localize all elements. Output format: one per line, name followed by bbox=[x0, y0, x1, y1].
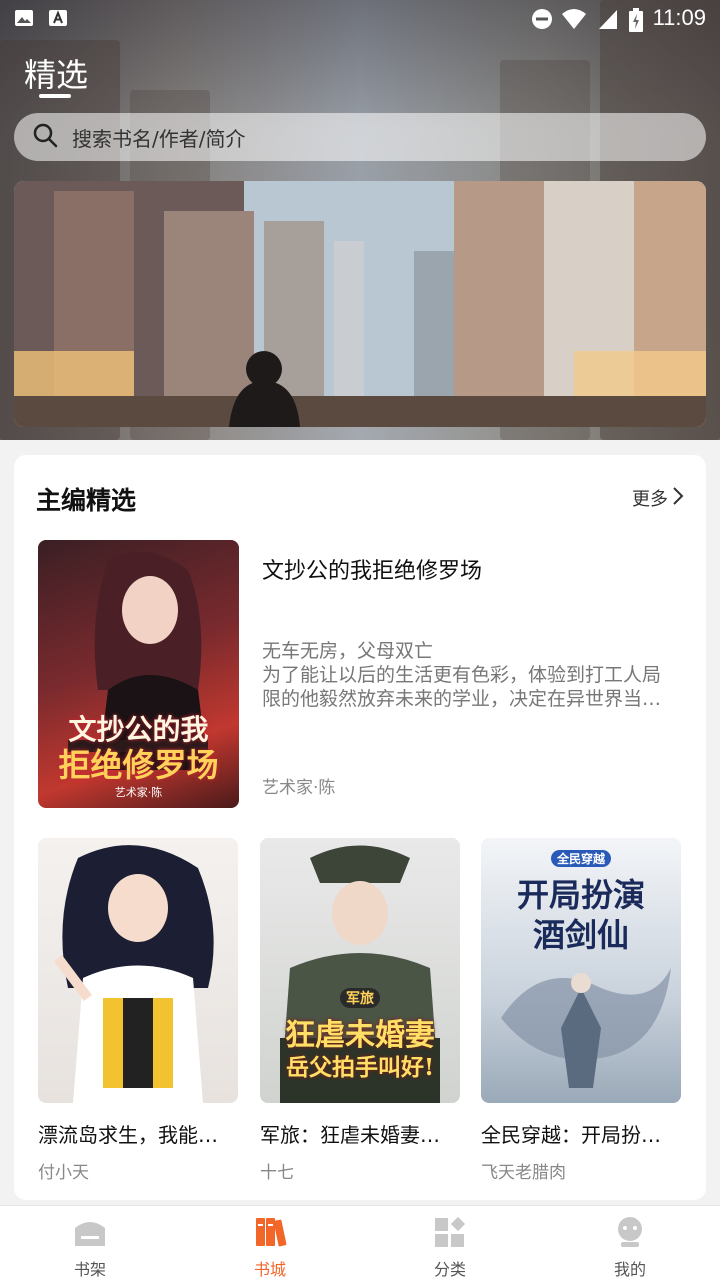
city-street-illustration bbox=[14, 181, 706, 427]
editor-picks-card: 主编精选 更多 文抄公的我 拒绝修罗场 艺术家·陈 文抄公的我拒绝修罗场 无车无… bbox=[14, 455, 706, 1200]
book-title: 全民穿越：开局扮… bbox=[481, 1123, 661, 1147]
book-cover[interactable]: 全民穿越 开局扮演 酒剑仙 bbox=[481, 838, 681, 1103]
book-cover-tag: 军旅 bbox=[340, 988, 380, 1008]
featured-book-description: 无车无房，父母双亡 为了能让以后的生活更有色彩，体验到打工人局 限的他毅然放弃未… bbox=[262, 639, 686, 711]
clock: 11:09 bbox=[652, 5, 706, 30]
more-button[interactable]: 更多 bbox=[632, 485, 684, 511]
book-cover[interactable] bbox=[38, 838, 238, 1103]
nav-item-bookshelf[interactable]: 书架 bbox=[0, 1206, 180, 1280]
book-cover-title-2: 酒剑仙 bbox=[532, 916, 629, 954]
book-item[interactable]: 全民穿越 开局扮演 酒剑仙 全民穿越：开局扮… 飞天老腊肉 bbox=[481, 838, 681, 1183]
book-item[interactable]: 军旅 狂虐未婚妻 岳父拍手叫好! 军旅：狂虐未婚妻… 十七 bbox=[260, 838, 460, 1183]
featured-book-author: 艺术家·陈 bbox=[262, 778, 336, 798]
banner-image[interactable] bbox=[14, 181, 706, 427]
nav-item-profile[interactable]: 我的 bbox=[540, 1206, 720, 1280]
nav-label: 分类 bbox=[433, 1260, 466, 1279]
nav-label: 书架 bbox=[73, 1260, 106, 1279]
bookstore-icon bbox=[253, 1216, 287, 1252]
book-author: 十七 bbox=[260, 1163, 294, 1183]
do-not-disturb-icon bbox=[531, 8, 552, 29]
page-title[interactable]: 精选 bbox=[24, 50, 88, 96]
book-cover-title-2: 岳父拍手叫好! bbox=[285, 1054, 435, 1081]
search-input[interactable]: 搜索书名/作者/简介 bbox=[14, 113, 706, 161]
bottom-nav: 书架 书城 分类 我的 bbox=[0, 1205, 720, 1280]
book-title: 漂流岛求生，我能… bbox=[38, 1123, 218, 1147]
image-icon bbox=[14, 8, 34, 28]
featured-cover-author: 艺术家·陈 bbox=[114, 786, 163, 799]
section-title: 主编精选 bbox=[36, 486, 137, 515]
category-icon bbox=[433, 1216, 467, 1252]
status-bar: 11:09 bbox=[0, 0, 720, 36]
description-line: 无车无房，父母双亡 bbox=[262, 640, 434, 662]
featured-cover-title-2: 拒绝修罗场 bbox=[58, 746, 219, 784]
signal-icon bbox=[597, 8, 619, 29]
book-item[interactable]: 漂流岛求生，我能… 付小天 bbox=[38, 838, 238, 1183]
anime-girl-illustration bbox=[54, 845, 214, 1103]
nav-item-bookstore[interactable]: 书城 bbox=[180, 1206, 360, 1280]
book-title: 军旅：狂虐未婚妻… bbox=[260, 1123, 440, 1147]
chevron-right-icon bbox=[672, 486, 684, 510]
nav-label: 我的 bbox=[613, 1260, 646, 1279]
tab-indicator bbox=[39, 94, 71, 98]
nav-item-category[interactable]: 分类 bbox=[360, 1206, 540, 1280]
description-line: 为了能让以后的生活更有色彩，体验到打工人局 bbox=[262, 664, 662, 686]
wifi-icon bbox=[561, 8, 587, 29]
featured-book-title[interactable]: 文抄公的我拒绝修罗场 bbox=[262, 553, 482, 585]
nav-label: 书城 bbox=[253, 1260, 286, 1279]
book-author: 付小天 bbox=[38, 1163, 89, 1183]
description-line: 限的他毅然放弃未来的学业，决定在异世界当… bbox=[262, 688, 662, 710]
bookshelf-icon bbox=[73, 1216, 107, 1252]
more-label: 更多 bbox=[632, 489, 668, 510]
book-cover-tag: 全民穿越 bbox=[551, 850, 611, 867]
book-author: 飞天老腊肉 bbox=[481, 1163, 566, 1183]
book-cover[interactable]: 军旅 狂虐未婚妻 岳父拍手叫好! bbox=[260, 838, 460, 1103]
profile-icon bbox=[613, 1216, 647, 1252]
featured-book-cover[interactable]: 文抄公的我 拒绝修罗场 艺术家·陈 bbox=[38, 540, 239, 808]
search-icon bbox=[32, 122, 58, 152]
text-app-icon bbox=[48, 8, 68, 28]
search-placeholder: 搜索书名/作者/简介 bbox=[72, 126, 246, 151]
battery-charging-icon bbox=[628, 8, 643, 32]
